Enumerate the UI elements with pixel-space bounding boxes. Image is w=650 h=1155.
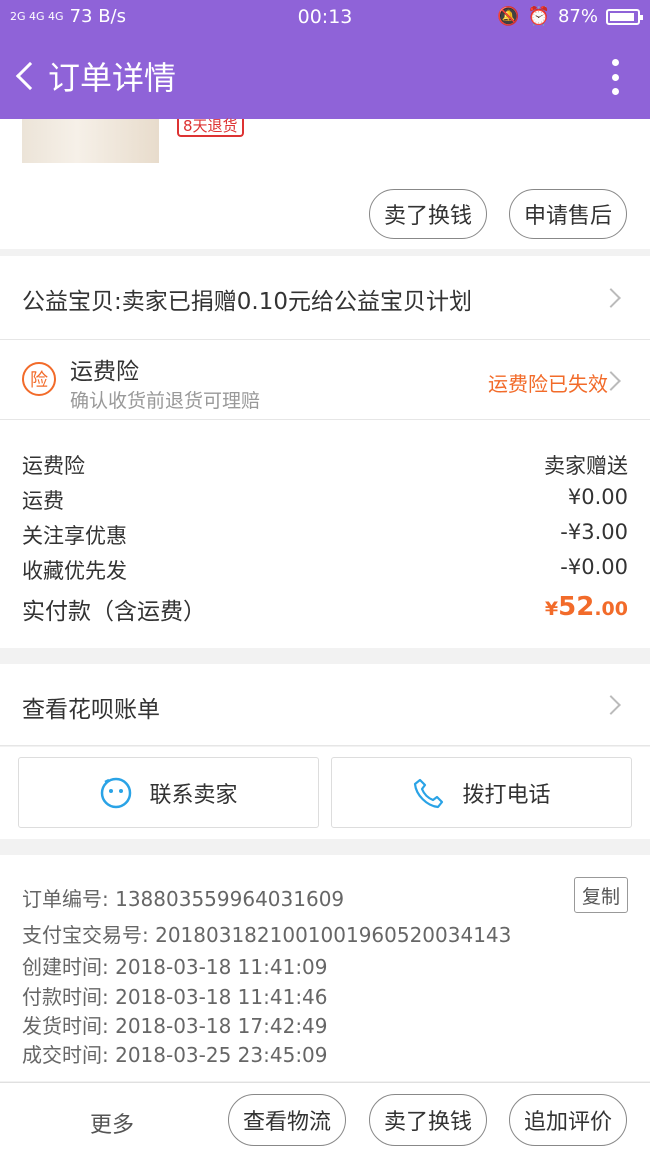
shipped-time: 发货时间: 2018-03-18 17:42:49 bbox=[22, 1014, 328, 1038]
chevron-right-icon bbox=[601, 695, 621, 715]
fee-value: ¥0.00 bbox=[567, 485, 628, 509]
fee-label: 运费险 bbox=[22, 454, 85, 478]
call-phone-label: 拨打电话 bbox=[462, 782, 551, 808]
more-link[interactable]: 更多 bbox=[90, 1107, 134, 1139]
charity-row[interactable]: 公益宝贝:卖家已捐赠0.10元给公益宝贝计划 bbox=[0, 256, 650, 340]
contact-seller-label: 联系卖家 bbox=[149, 782, 238, 808]
order-info-section: 订单编号: 138803559964031609 复制 支付宝交易号: 2018… bbox=[0, 855, 650, 1081]
total-label: 实付款（含运费） bbox=[22, 599, 206, 625]
charity-text: 公益宝贝:卖家已捐赠0.10元给公益宝贝计划 bbox=[22, 289, 472, 315]
fee-row: 关注享优惠 -¥3.00 bbox=[22, 520, 628, 550]
contact-seller-button[interactable]: 联系卖家 bbox=[18, 757, 319, 828]
sell-button[interactable]: 卖了换钱 bbox=[369, 189, 487, 239]
bottom-action-bar: 更多 查看物流 卖了换钱 追加评价 bbox=[0, 1082, 650, 1155]
fee-row: 收藏优先发 -¥0.00 bbox=[22, 555, 628, 585]
add-review-button[interactable]: 追加评价 bbox=[509, 1094, 627, 1146]
back-button[interactable] bbox=[4, 33, 48, 119]
huabei-text: 查看花呗账单 bbox=[22, 697, 160, 723]
status-right: 🔕 ⏰ 87% bbox=[380, 6, 643, 27]
contact-section: 联系卖家 拨打电话 bbox=[0, 747, 650, 839]
copy-button[interactable]: 复制 bbox=[574, 877, 628, 913]
after-sale-button[interactable]: 申请售后 bbox=[509, 189, 627, 239]
total-price: ¥52.00 bbox=[544, 592, 628, 622]
fee-label: 关注享优惠 bbox=[22, 524, 127, 548]
paid-time: 付款时间: 2018-03-18 11:41:46 bbox=[22, 985, 328, 1009]
product-section: 8天退货 卖了换钱 申请售后 bbox=[0, 119, 650, 249]
fee-value: -¥3.00 bbox=[560, 520, 628, 544]
product-thumbnail[interactable] bbox=[22, 119, 159, 163]
insurance-status: 运费险已失效 bbox=[488, 372, 608, 396]
phone-icon bbox=[414, 778, 444, 808]
more-vertical-icon[interactable] bbox=[610, 59, 620, 95]
battery-icon bbox=[606, 8, 643, 25]
shipping-insurance-row[interactable]: 险 运费险 确认收货前退货可理赔 运费险已失效 bbox=[0, 340, 650, 420]
status-time: 00:13 bbox=[297, 5, 353, 28]
battery-percent: 87% bbox=[557, 6, 598, 27]
insurance-icon: 险 bbox=[22, 362, 56, 396]
huabei-row[interactable]: 查看花呗账单 bbox=[0, 664, 650, 746]
insurance-title: 运费险 bbox=[70, 359, 139, 385]
fee-row: 运费险 卖家赠送 bbox=[22, 450, 628, 480]
fee-label: 运费 bbox=[22, 489, 64, 513]
insurance-subtitle: 确认收货前退货可理赔 bbox=[70, 390, 261, 412]
return-policy-tag: 8天退货 bbox=[177, 119, 244, 137]
status-left: 2G 4G 4G 73 B/s bbox=[10, 6, 270, 27]
created-time: 创建时间: 2018-03-18 11:41:09 bbox=[22, 955, 328, 979]
view-logistics-button[interactable]: 查看物流 bbox=[228, 1094, 346, 1146]
order-number: 订单编号: 138803559964031609 bbox=[22, 887, 345, 911]
sell-again-button[interactable]: 卖了换钱 bbox=[369, 1094, 487, 1146]
completed-time: 成交时间: 2018-03-25 23:45:09 bbox=[22, 1043, 328, 1067]
network-speed: 73 B/s bbox=[69, 6, 126, 27]
fee-value: 卖家赠送 bbox=[544, 454, 628, 478]
fee-row: 运费 ¥0.00 bbox=[22, 485, 628, 515]
alipay-trade-number: 支付宝交易号: 2018031821001001960520034143 bbox=[22, 923, 512, 947]
chevron-right-icon bbox=[601, 288, 621, 308]
alarm-icon: ⏰ bbox=[527, 6, 550, 27]
back-icon bbox=[15, 61, 45, 91]
app-bar: 订单详情 bbox=[0, 33, 650, 119]
fee-value: -¥0.00 bbox=[560, 555, 628, 579]
mute-icon: 🔕 bbox=[497, 6, 520, 27]
chat-icon bbox=[101, 777, 132, 808]
network-indicator: 2G 4G 4G bbox=[10, 10, 64, 23]
call-phone-button[interactable]: 拨打电话 bbox=[331, 757, 632, 828]
total-row: 实付款（含运费） ¥52.00 bbox=[22, 592, 628, 626]
page-title: 订单详情 bbox=[48, 59, 177, 97]
status-bar: 2G 4G 4G 73 B/s 00:13 🔕 ⏰ 87% bbox=[0, 0, 650, 33]
fee-summary: 运费险 卖家赠送 运费 ¥0.00 关注享优惠 -¥3.00 收藏优先发 -¥0… bbox=[0, 420, 650, 648]
fee-label: 收藏优先发 bbox=[22, 559, 127, 583]
